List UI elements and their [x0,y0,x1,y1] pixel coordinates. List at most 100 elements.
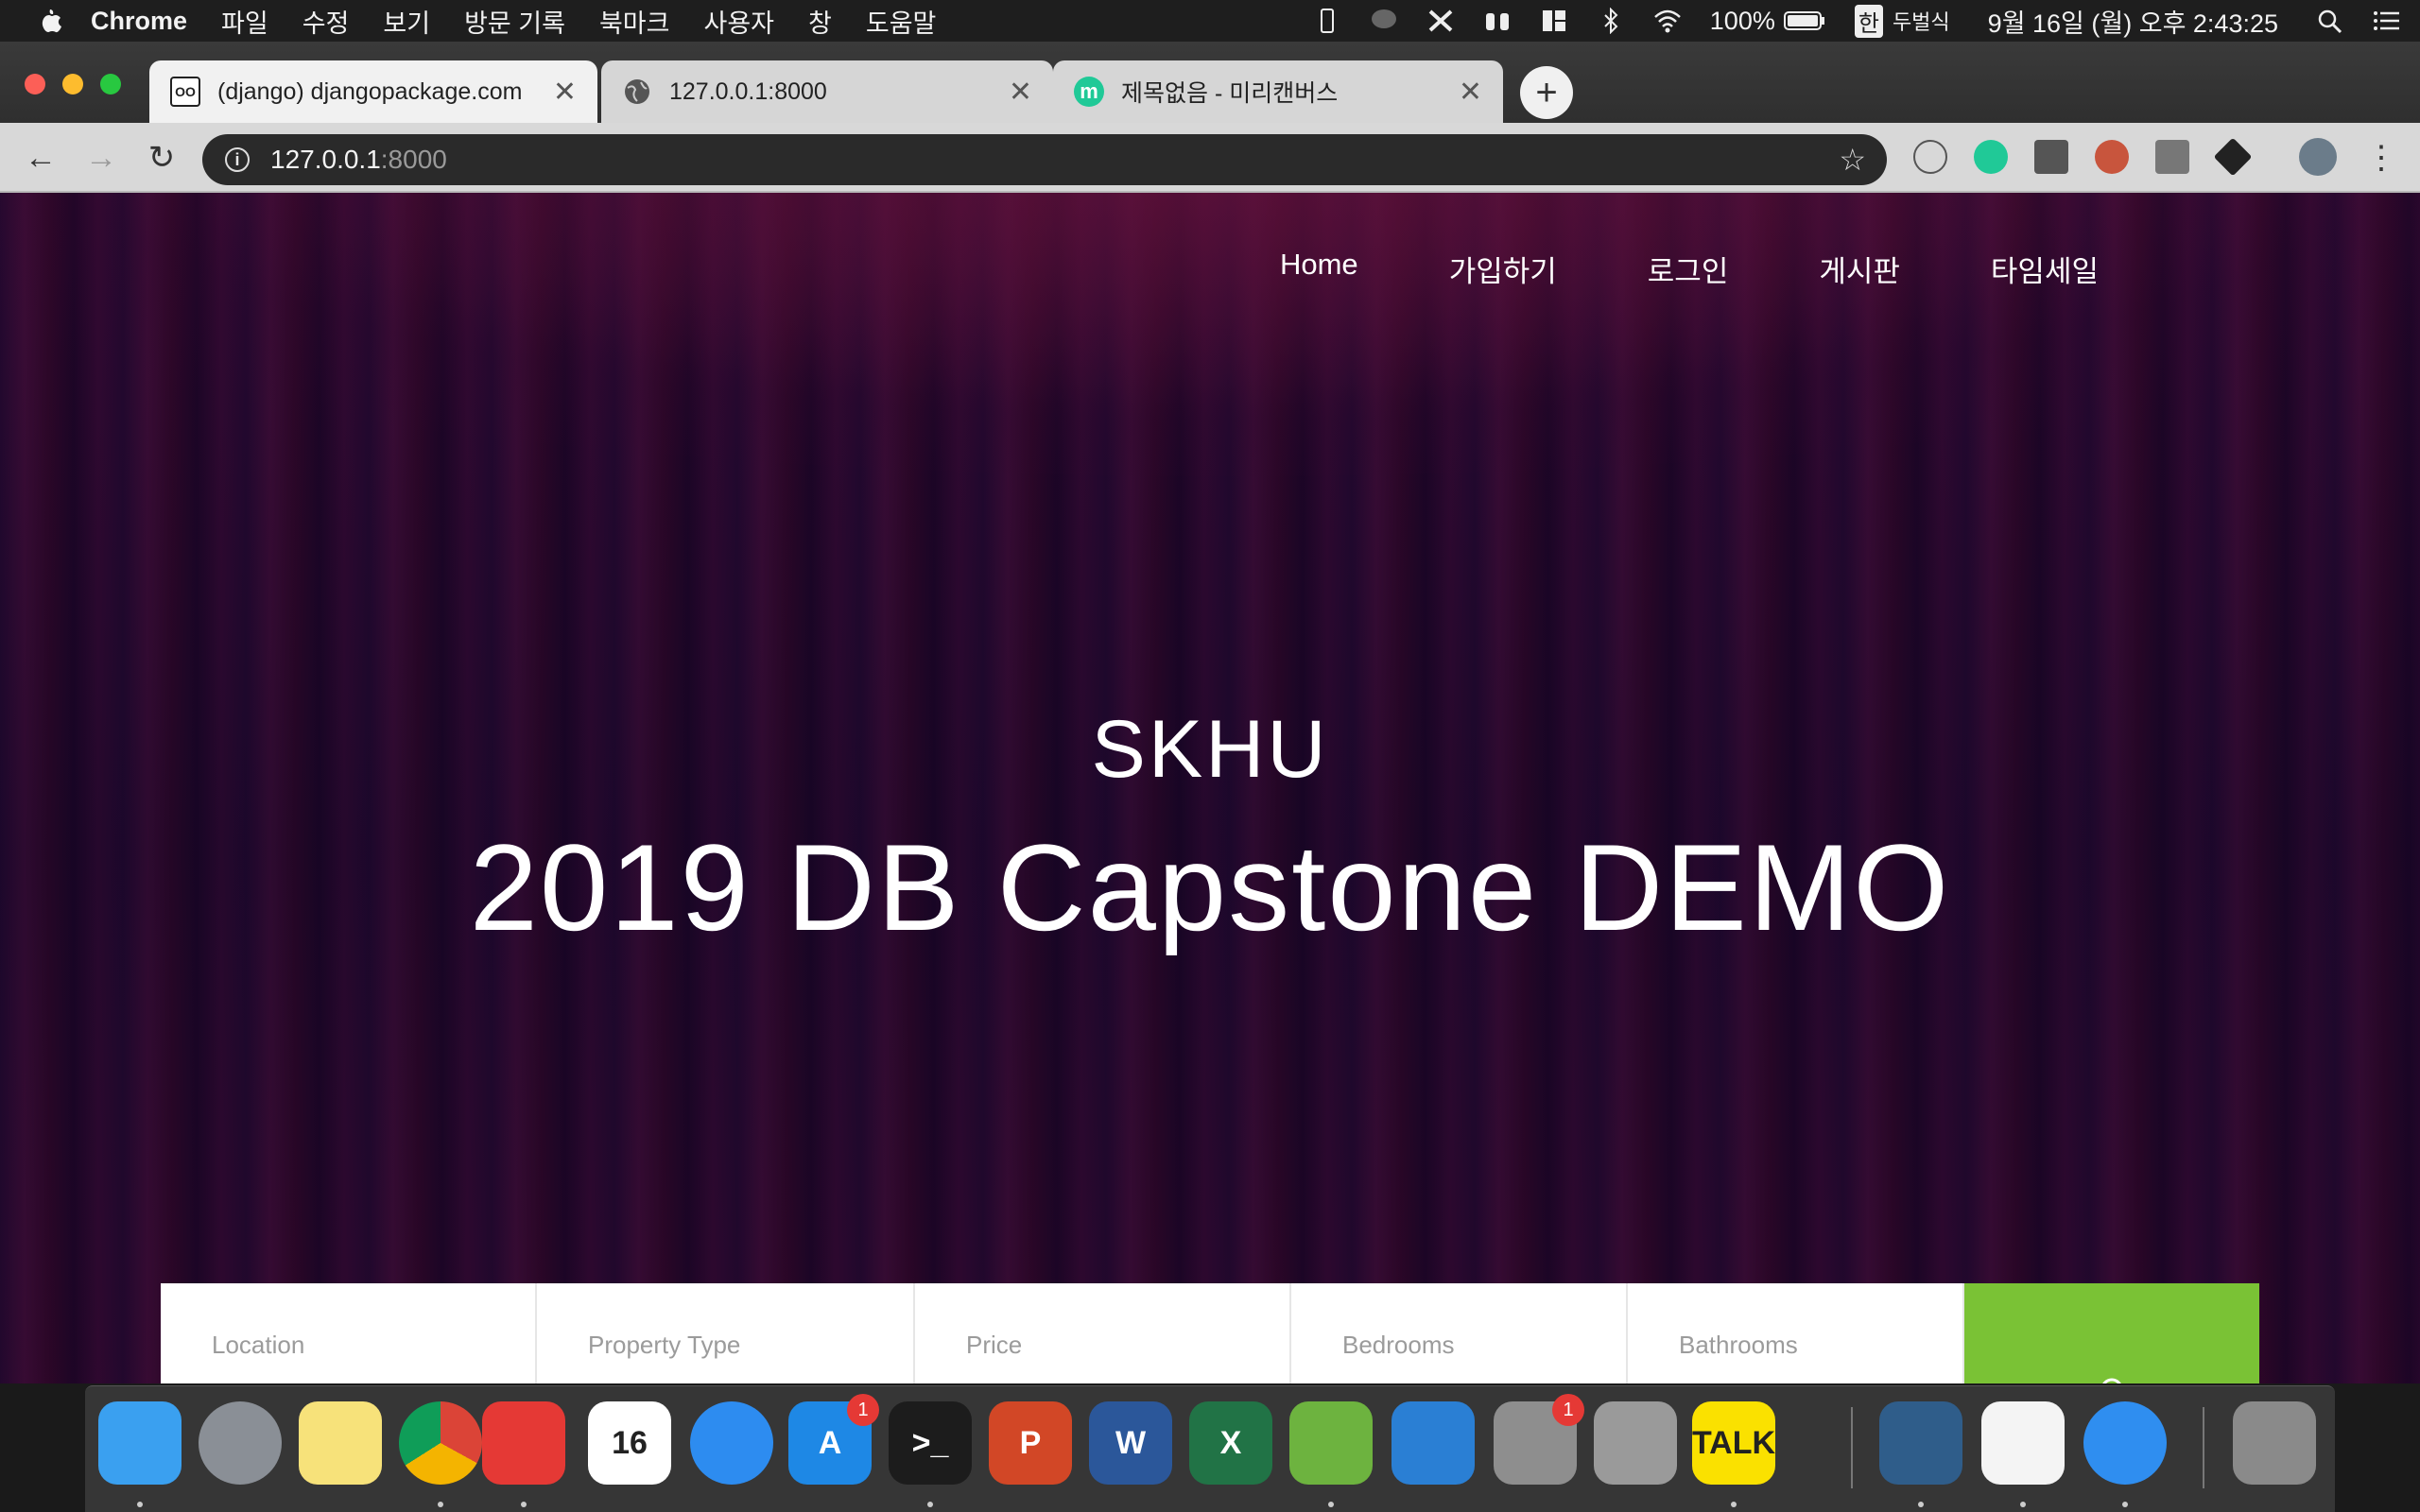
forward-button[interactable]: → [79,136,123,180]
dock-textedit-icon[interactable] [1981,1401,2065,1485]
menu-people[interactable]: 사용자 [703,3,774,40]
dock-trash-icon[interactable] [2233,1401,2316,1485]
notification-center-icon[interactable] [2373,8,2401,34]
input-method-label[interactable]: 두벌식 [1893,6,1950,36]
wifi-icon[interactable] [1653,8,1682,34]
running-indicator [438,1502,443,1507]
menu-history[interactable]: 방문 기록 [464,3,565,40]
notification-badge: 1 [1552,1394,1584,1426]
back-button[interactable]: ← [19,136,62,180]
dock-powerpoint-icon[interactable]: P [989,1401,1072,1485]
dock-kakaotalk-icon[interactable]: TALK [1692,1401,1775,1485]
running-indicator [2122,1502,2128,1507]
menu-bookmarks[interactable]: 북마크 [599,3,670,40]
dock-finder-icon[interactable] [98,1401,182,1485]
dock-mail-icon[interactable] [482,1401,565,1485]
dock-separator [2203,1407,2204,1488]
dock-messages-icon[interactable] [690,1401,773,1485]
git-extension-icon[interactable] [2213,137,2253,177]
nav-board[interactable]: 게시판 [1819,248,1900,290]
menu-window[interactable]: 창 [808,3,832,40]
tab-title: 제목없음 - 미리캔버스 [1121,80,1339,107]
dock-separator [1851,1407,1853,1488]
dock-calculator-icon[interactable] [1594,1401,1677,1485]
oo-favicon-icon: OO [170,77,200,107]
search-button[interactable] [1964,1283,2259,1383]
running-indicator [1918,1502,1924,1507]
zoom-window-button[interactable] [100,74,121,94]
reload-button[interactable]: ↻ [140,136,183,180]
menu-edit[interactable]: 수정 [302,3,350,40]
tab-djangopackage[interactable]: OO (django) djangopackage.com ✕ [149,60,597,123]
bedrooms-field[interactable]: Bedrooms [1291,1283,1628,1383]
tab-title: (django) djangopackage.com [217,77,523,105]
menu-file[interactable]: 파일 [221,3,268,40]
dock-notes-icon[interactable] [299,1401,382,1485]
spotlight-search-icon[interactable] [2316,8,2344,34]
input-source-icon[interactable]: 한 [1854,4,1883,38]
close-tab-icon[interactable]: ✕ [1009,76,1032,109]
tab-localhost[interactable]: 127.0.0.1:8000 ✕ [601,60,1053,123]
site-nav: Home 가입하기 로그인 게시판 타임세일 [1189,248,2099,290]
close-tab-icon[interactable]: ✕ [553,76,577,109]
tab-title: 127.0.0.1:8000 [669,77,827,105]
running-indicator [521,1502,527,1507]
menubar: Chrome 파일 수정 보기 방문 기록 북마크 사용자 창 도움말 100%… [0,0,2420,42]
running-indicator [1731,1502,1737,1507]
nav-signup[interactable]: 가입하기 [1449,248,1557,290]
location-field[interactable]: Location [161,1283,537,1383]
price-field[interactable]: Price [915,1283,1291,1383]
mail-extension-icon[interactable] [2034,140,2068,174]
bluetooth-icon[interactable] [1597,8,1625,34]
nav-timesale[interactable]: 타임세일 [1991,248,2099,290]
dock-spring-icon[interactable] [1289,1401,1373,1485]
minimize-window-button[interactable] [62,74,83,94]
close-window-button[interactable] [25,74,45,94]
menu-view[interactable]: 보기 [383,3,430,40]
site-info-icon[interactable]: i [225,147,250,172]
close-tab-icon[interactable]: ✕ [1459,76,1482,109]
dock-mysql-workbench-icon[interactable] [1879,1401,1962,1485]
dock-launchpad-icon[interactable] [199,1401,282,1485]
bathrooms-field[interactable]: Bathrooms [1628,1283,1964,1383]
dock-chrome-icon[interactable] [399,1401,482,1485]
dock-calendar-icon[interactable]: 16 [588,1401,671,1485]
new-tab-button[interactable]: + [1520,66,1573,119]
web-page: Home 가입하기 로그인 게시판 타임세일 SKHU 2019 DB Caps… [0,193,2420,1383]
search-icon [2102,1378,2121,1383]
chat-status-icon[interactable] [1370,8,1398,34]
chrome-menu-icon[interactable]: ⋮ [2360,136,2403,180]
nav-login[interactable]: 로그인 [1648,248,1729,290]
translate-extension-icon[interactable] [1913,140,1947,174]
battery-icon[interactable] [1783,8,1826,34]
dock-word-icon[interactable]: W [1089,1401,1172,1485]
binoculars-icon[interactable] [1483,8,1512,34]
window-layout-icon[interactable] [1540,8,1568,34]
hero-subtitle: SKHU [1091,704,1329,795]
menu-help[interactable]: 도움말 [866,3,937,40]
url-host: 127.0.0.1 [270,145,381,174]
tab-miricanvas[interactable]: m 제목없음 - 미리캔버스 ✕ [1053,60,1503,123]
dock-system-preferences-icon[interactable]: 1 [1494,1394,1584,1485]
glasses-extension-icon[interactable] [2095,140,2129,174]
bookmark-star-icon[interactable]: ☆ [1839,142,1866,178]
address-bar[interactable]: i 127.0.0.1:8000 ☆ [202,134,1887,185]
miricanvas-extension-icon[interactable] [1974,140,2008,174]
eyedropper-extension-icon[interactable] [2155,140,2189,174]
property-search-bar: Location Property Type Price Bedrooms Ba… [161,1283,2259,1383]
dock-safari-icon[interactable] [2083,1401,2167,1485]
dock-app-store-icon[interactable]: A1 [788,1394,879,1485]
apple-menu-icon[interactable] [42,9,62,33]
hero-title: 2019 DB Capstone DEMO [469,818,1951,956]
profile-avatar[interactable] [2299,138,2337,176]
phone-status-icon[interactable] [1313,8,1341,34]
app-name-menu[interactable]: Chrome [91,7,187,36]
dock-excel-icon[interactable]: X [1189,1401,1272,1485]
dock-vscode-icon[interactable] [1392,1401,1475,1485]
property-type-field[interactable]: Property Type [537,1283,915,1383]
dock: 16 A 1 >_ P W X 1 TALK [85,1385,2335,1512]
clock[interactable]: 9월 16일 (월) 오후 2:43:25 [1988,3,2278,40]
nav-home[interactable]: Home [1280,248,1358,290]
dock-terminal-icon[interactable]: >_ [889,1401,972,1485]
xcode-status-icon[interactable] [1426,8,1455,34]
